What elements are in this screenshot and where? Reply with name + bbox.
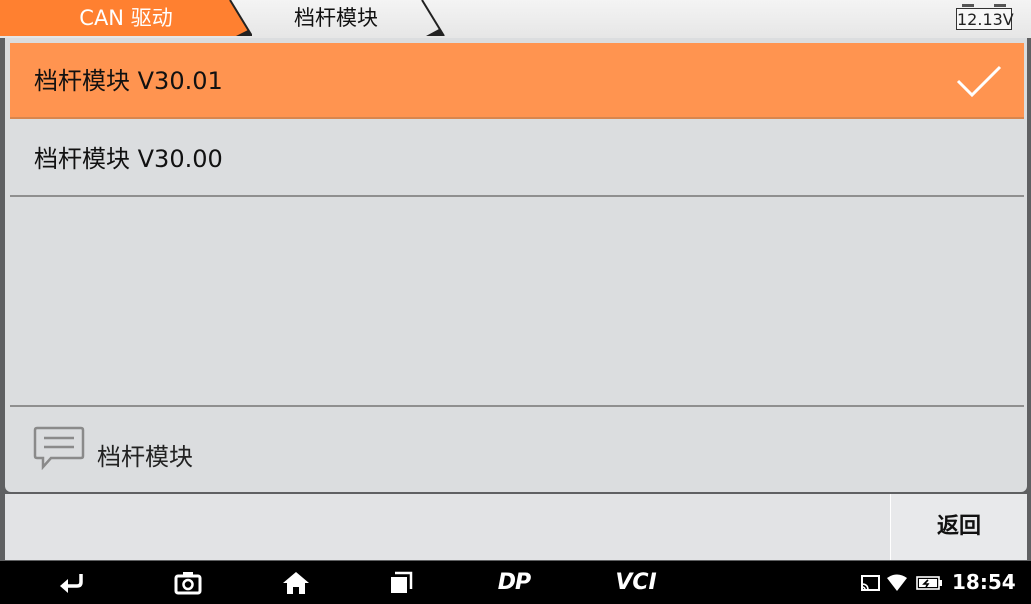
divider xyxy=(10,405,1024,407)
list-item-label: 档杆模块 V30.01 xyxy=(34,67,223,95)
check-icon xyxy=(956,65,1002,97)
wifi-icon xyxy=(887,574,907,591)
message-text: 档杆模块 xyxy=(97,443,193,471)
dp-icon[interactable]: DP xyxy=(486,561,542,604)
recent-apps-icon[interactable] xyxy=(380,561,420,604)
breadcrumb-label: CAN 驱动 xyxy=(79,6,173,30)
battery-terminal xyxy=(994,4,1006,7)
list-item-label: 档杆模块 V30.00 xyxy=(34,145,223,173)
back-button[interactable]: 返回 xyxy=(890,494,1027,560)
version-list-panel: 档杆模块 V30.01 档杆模块 V30.00 档杆模块 xyxy=(5,38,1027,492)
breadcrumb-item-can[interactable]: CAN 驱动 xyxy=(0,0,252,36)
cast-icon xyxy=(861,575,880,591)
breadcrumb-bar: CAN 驱动 档杆模块 12.13V xyxy=(0,0,1031,38)
battery-voltage: 12.13V xyxy=(956,4,1014,32)
voltage-text: 12.13V xyxy=(956,8,1014,30)
system-nav-bar: DP VCI 18:54 xyxy=(0,561,1031,604)
breadcrumb-item-module[interactable]: 档杆模块 xyxy=(226,0,448,36)
camera-icon[interactable] xyxy=(168,561,208,604)
list-item[interactable]: 档杆模块 V30.00 xyxy=(10,121,1024,197)
battery-status-icon xyxy=(916,576,942,590)
battery-terminal xyxy=(962,4,974,7)
button-bar: 返回 xyxy=(5,494,1027,560)
clock: 18:54 xyxy=(952,570,1016,594)
breadcrumb-label: 档杆模块 xyxy=(294,6,378,30)
message-icon xyxy=(33,426,85,470)
home-icon[interactable] xyxy=(276,561,316,604)
vci-icon[interactable]: VCI xyxy=(606,561,666,604)
list-item[interactable]: 档杆模块 V30.01 xyxy=(10,43,1024,119)
back-icon[interactable] xyxy=(52,561,92,604)
